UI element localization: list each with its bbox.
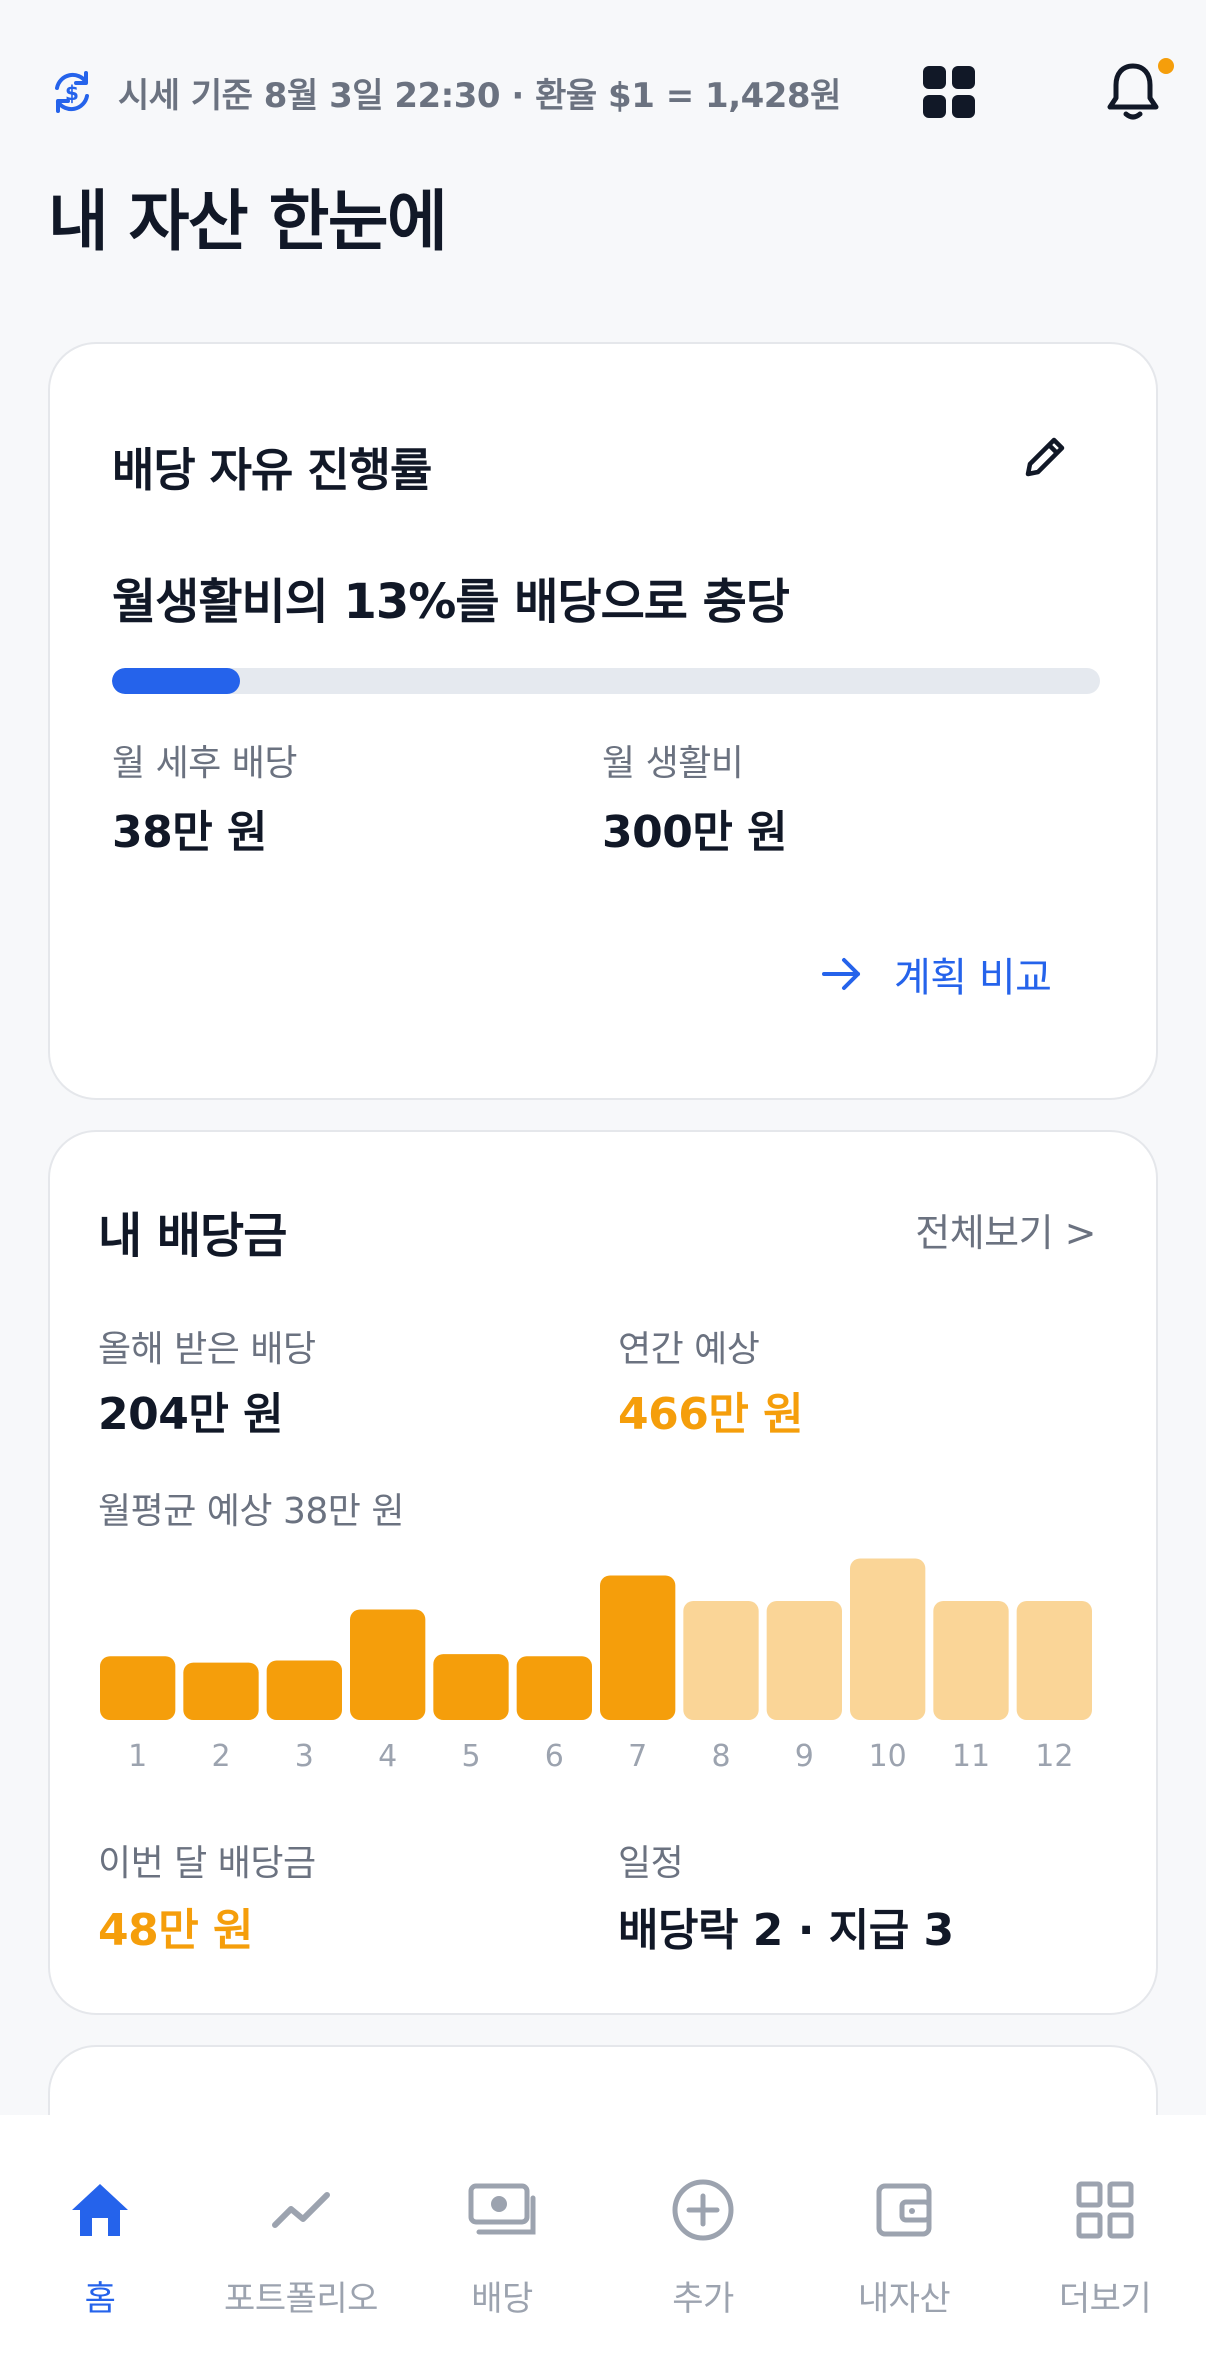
page-title: 내 자산 한눈에: [48, 183, 448, 260]
bar-month-9: [766, 1601, 842, 1720]
compare-plan-label: 계획 비교: [894, 955, 1052, 1001]
nav-label: 추가: [672, 2279, 734, 2319]
tick-label-month-6: 6: [545, 1739, 564, 1772]
bar-month-12: [1016, 1601, 1092, 1720]
bar-month-11: [933, 1601, 1009, 1720]
card-title: 내 배당금: [98, 1208, 287, 1264]
tick-label-month-8: 8: [711, 1739, 730, 1772]
home-icon: [65, 2175, 135, 2245]
coverage-progress-bar: [112, 668, 1100, 694]
cash-icon: [467, 2175, 537, 2245]
nav-add[interactable]: 추가: [603, 2175, 803, 2335]
nav-portfolio[interactable]: 포트폴리오: [201, 2175, 401, 2335]
monthly-average-text: 월평균 예상 38만 원: [98, 1491, 404, 1532]
nav-home[interactable]: 홈: [0, 2175, 200, 2335]
tick-label-month-9: 9: [795, 1739, 814, 1772]
grid-more-icon: [1070, 2175, 1140, 2245]
grid-icon: [923, 66, 975, 118]
wallet-icon: [869, 2175, 939, 2245]
grid-button[interactable]: [914, 62, 984, 122]
bar-month-6: [516, 1656, 592, 1720]
my-dividends-card: 내 배당금 전체보기 > 올해 받은 배당 204만 원 연간 예상 466만 …: [48, 1130, 1158, 2015]
notification-dot: [1158, 58, 1174, 74]
tick-label-month-12: 12: [1035, 1739, 1073, 1772]
tick-label-month-10: 10: [869, 1739, 907, 1772]
received-value: 204만 원: [98, 1389, 284, 1440]
nav-label: 더보기: [1058, 2279, 1152, 2319]
monthly-dividend-chart: 1 2 3 4 5 6 7 8 9 10 11 12: [100, 1558, 1092, 1772]
trend-line-icon: [266, 2175, 336, 2245]
status-bar: $ 시세 기준 8월 3일 22:30 · 환율 $1 = 1,428원: [48, 58, 1174, 122]
annual-expected-value: 466만 원: [618, 1389, 804, 1440]
tick-label-month-1: 1: [128, 1739, 147, 1772]
nav-more[interactable]: 더보기: [1005, 2175, 1205, 2335]
schedule-value: 배당락 2 · 지급 3: [618, 1905, 954, 1956]
compare-plan-link[interactable]: 계획 비교: [820, 944, 1052, 1004]
svg-text:$: $: [65, 81, 79, 105]
nav-label: 배당: [471, 2279, 533, 2319]
this-month-value: 48만 원: [98, 1905, 254, 1956]
nav-label: 내자산: [857, 2279, 951, 2319]
currency-refresh-icon[interactable]: $: [48, 68, 96, 116]
progress-fill: [112, 668, 241, 694]
nav-my-assets[interactable]: 내자산: [804, 2175, 1004, 2335]
edit-button[interactable]: [1010, 422, 1080, 492]
pencil-icon: [1025, 437, 1065, 477]
bar-month-8: [683, 1601, 759, 1720]
living-cost-value: 300만 원: [602, 807, 788, 858]
bar-month-2: [183, 1662, 259, 1720]
this-month-label: 이번 달 배당금: [98, 1843, 316, 1884]
nav-label: 홈: [84, 2279, 116, 2319]
card-title: 배당 자유 진행률: [112, 443, 432, 497]
after-tax-dividend-label: 월 세후 배당: [112, 743, 298, 784]
bottom-nav: 홈 포트폴리오 배당 추가 내자산 더보기: [0, 2115, 1206, 2380]
tick-label-month-4: 4: [378, 1739, 397, 1772]
bar-month-4: [350, 1609, 426, 1720]
plus-circle-icon: [668, 2175, 738, 2245]
arrow-right-icon: [822, 958, 860, 990]
notification-button[interactable]: [1088, 54, 1178, 130]
schedule-label: 일정: [618, 1843, 684, 1884]
tick-label-month-11: 11: [952, 1739, 990, 1772]
nav-dividend[interactable]: 배당: [402, 2175, 602, 2335]
tick-label-month-5: 5: [461, 1739, 480, 1772]
view-all-link[interactable]: 전체보기 >: [915, 1202, 1096, 1257]
exchange-rate-text: 시세 기준 8월 3일 22:30 · 환율 $1 = 1,428원: [118, 75, 841, 116]
bar-month-3: [266, 1660, 342, 1720]
bell-icon: [1107, 63, 1159, 120]
received-label: 올해 받은 배당: [98, 1329, 316, 1370]
annual-expected-label: 연간 예상: [618, 1329, 760, 1370]
nav-label: 포트폴리오: [224, 2279, 378, 2319]
bar-month-5: [433, 1654, 509, 1720]
tick-label-month-2: 2: [211, 1739, 230, 1772]
tick-label-month-3: 3: [295, 1739, 314, 1772]
living-cost-label: 월 생활비: [602, 743, 744, 784]
coverage-headline: 월생활비의 13%를 배당으로 충당: [112, 574, 790, 630]
bar-month-10: [850, 1558, 926, 1720]
bar-month-1: [100, 1656, 176, 1720]
dividend-freedom-card: 배당 자유 진행률 월생활비의 13%를 배당으로 충당 월 세후 배당 38만…: [48, 342, 1158, 1100]
bar-month-7: [600, 1575, 676, 1720]
after-tax-dividend-value: 38만 원: [112, 807, 268, 858]
tick-label-month-7: 7: [628, 1739, 647, 1772]
